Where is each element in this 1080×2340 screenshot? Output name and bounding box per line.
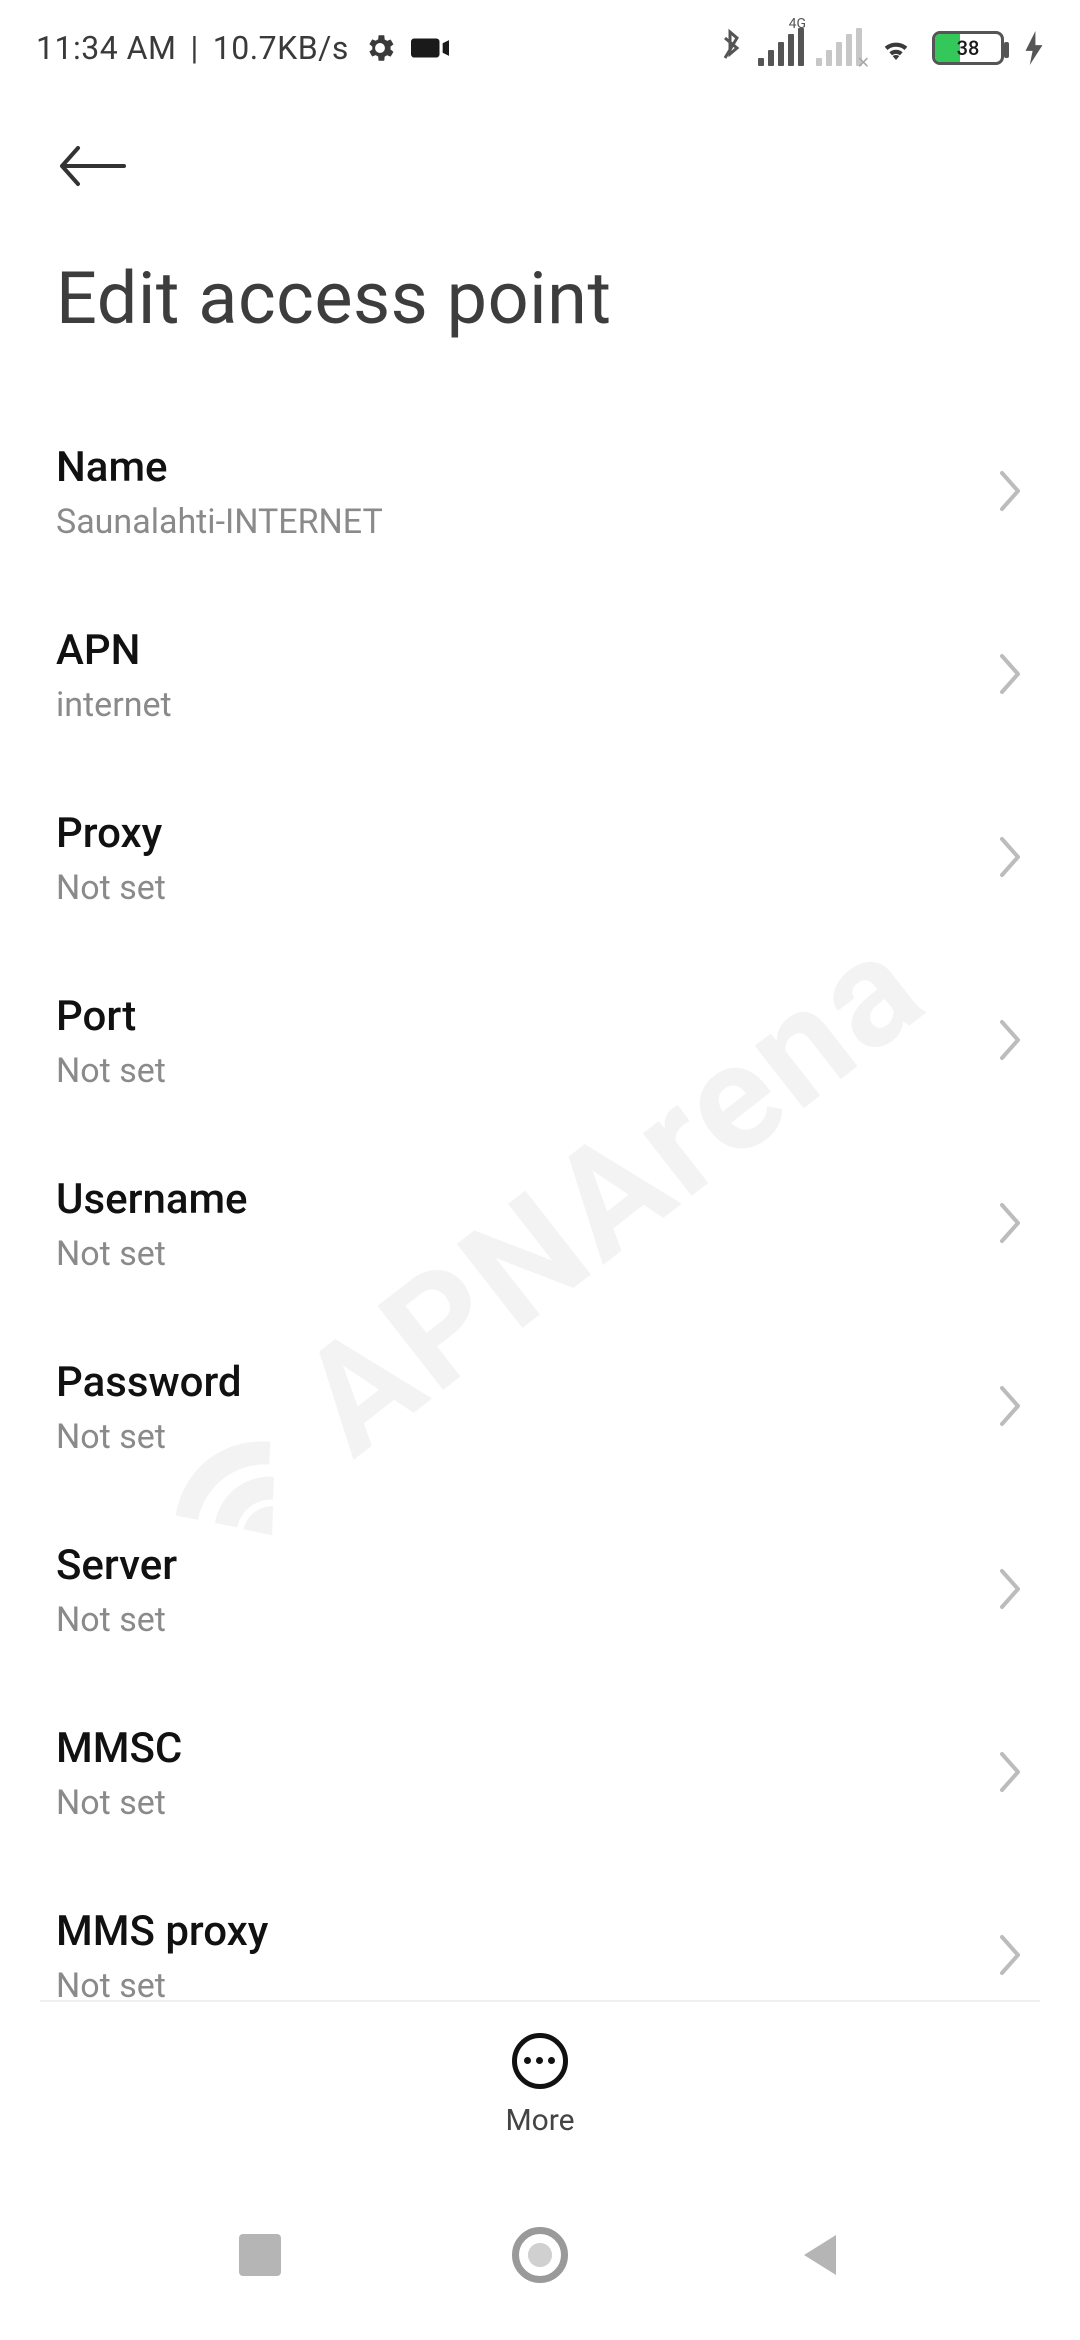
page-title: Edit access point: [56, 256, 1024, 341]
row-value: Not set: [56, 1600, 964, 1640]
row-port[interactable]: Port Not set: [56, 950, 1024, 1133]
row-server[interactable]: Server Not set: [56, 1499, 1024, 1682]
row-value: Not set: [56, 1783, 964, 1823]
bluetooth-icon: [716, 28, 744, 68]
row-label: MMSC: [56, 1724, 964, 1773]
row-value: Not set: [56, 1417, 964, 1457]
chevron-right-icon: [998, 1201, 1024, 1249]
row-password[interactable]: Password Not set: [56, 1316, 1024, 1499]
row-value: Saunalahti-INTERNET: [56, 502, 964, 542]
battery-pct: 38: [935, 36, 1001, 60]
apn-settings-list: Name Saunalahti-INTERNET APN internet Pr…: [0, 401, 1080, 2048]
row-label: Name: [56, 443, 964, 492]
row-value: Not set: [56, 1234, 964, 1274]
circle-icon: [512, 2227, 568, 2283]
camera-icon: [411, 34, 449, 62]
row-value: Not set: [56, 1051, 964, 1091]
wifi-icon: [874, 30, 918, 66]
row-apn[interactable]: APN internet: [56, 584, 1024, 767]
row-label: Password: [56, 1358, 964, 1407]
row-label: MMS proxy: [56, 1907, 964, 1956]
row-label: Proxy: [56, 809, 964, 858]
charging-icon: [1024, 31, 1044, 65]
status-time: 11:34 AM: [36, 29, 176, 67]
triangle-left-icon: [800, 2231, 840, 2279]
status-sep: |: [190, 29, 198, 67]
chevron-right-icon: [998, 1933, 1024, 1981]
status-netspeed: 10.7KB/s: [213, 29, 349, 67]
row-value: internet: [56, 685, 964, 725]
chevron-right-icon: [998, 1018, 1024, 1066]
row-name[interactable]: Name Saunalahti-INTERNET: [56, 401, 1024, 584]
row-label: Username: [56, 1175, 964, 1224]
row-label: Server: [56, 1541, 964, 1590]
battery-icon: 38: [932, 31, 1004, 65]
signal-1-icon: 4G: [758, 30, 802, 66]
back-button[interactable]: [56, 130, 128, 202]
row-value: Not set: [56, 868, 964, 908]
nav-back-button[interactable]: [780, 2215, 860, 2295]
chevron-right-icon: [998, 652, 1024, 700]
chevron-right-icon: [998, 1567, 1024, 1615]
nav-recent-button[interactable]: [220, 2215, 300, 2295]
chevron-right-icon: [998, 469, 1024, 517]
gear-icon: [363, 31, 397, 65]
bottom-action-bar: More: [0, 2000, 1080, 2170]
chevron-right-icon: [998, 835, 1024, 883]
row-username[interactable]: Username Not set: [56, 1133, 1024, 1316]
more-button[interactable]: More: [505, 2033, 574, 2138]
chevron-right-icon: [998, 1750, 1024, 1798]
chevron-right-icon: [998, 1384, 1024, 1432]
row-label: Port: [56, 992, 964, 1041]
more-label: More: [505, 2103, 574, 2138]
square-icon: [239, 2234, 281, 2276]
nav-home-button[interactable]: [500, 2215, 580, 2295]
more-icon: [512, 2033, 568, 2089]
system-nav-bar: [0, 2170, 1080, 2340]
row-proxy[interactable]: Proxy Not set: [56, 767, 1024, 950]
status-bar: 11:34 AM | 10.7KB/s 4G ✕ 38: [0, 0, 1080, 96]
row-mmsc[interactable]: MMSC Not set: [56, 1682, 1024, 1865]
row-label: APN: [56, 626, 964, 675]
signal-2-icon: ✕: [816, 30, 860, 66]
